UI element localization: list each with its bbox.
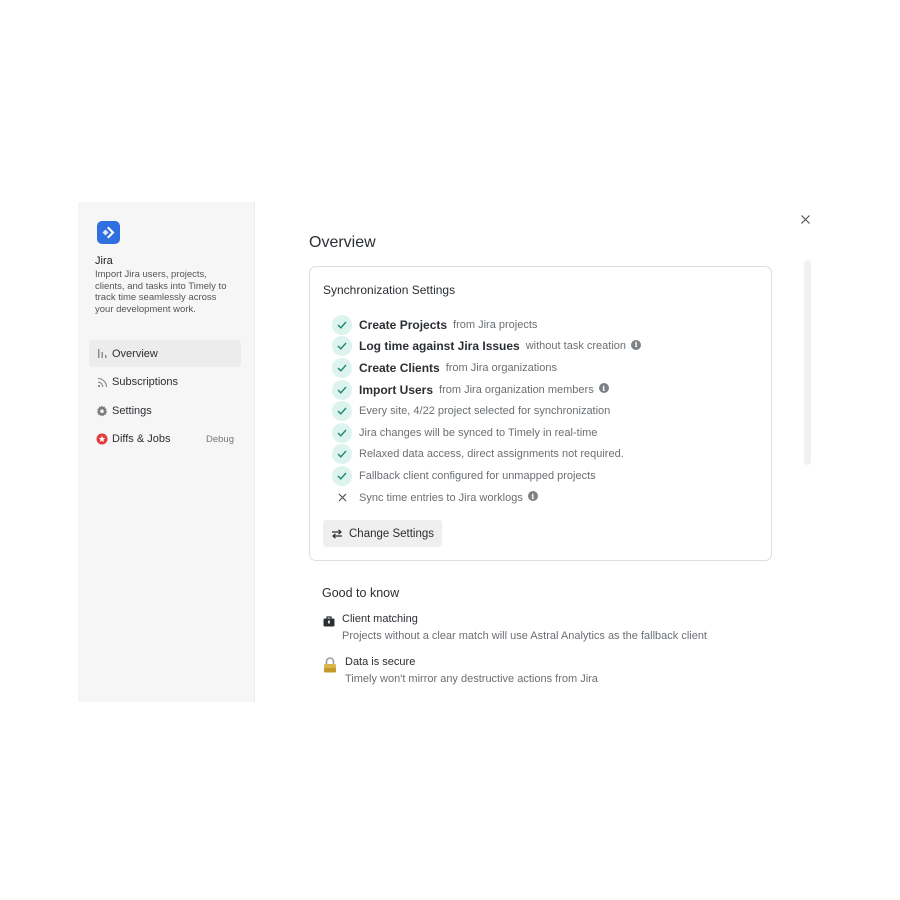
- sidebar-item-label: Overview: [112, 347, 158, 360]
- lock-icon: [322, 657, 338, 673]
- info-body: Timely won't mirror any destructive acti…: [345, 673, 598, 685]
- sidebar-nav: Overview Subscriptions Settings Diffs & …: [89, 340, 241, 454]
- bar-chart-icon: [96, 348, 108, 360]
- sidebar-item-diffs-jobs[interactable]: Diffs & Jobs Debug: [89, 426, 241, 453]
- feature-text: without task creation: [525, 340, 627, 353]
- feature-title: Create Clients: [359, 360, 440, 375]
- info-body: Projects without a clear match will use …: [342, 630, 707, 642]
- list-item: Jira changes will be synced to Timely in…: [332, 422, 641, 444]
- close-icon: [800, 214, 810, 224]
- info-icon[interactable]: i: [631, 339, 642, 350]
- change-settings-label: Change Settings: [349, 527, 435, 540]
- feature-text: from Jira organization members: [439, 383, 594, 396]
- list-item: Create Clients from Jira organizations: [332, 357, 641, 379]
- swap-icon: [331, 528, 343, 539]
- list-item: Import Users from Jira organization memb…: [332, 379, 641, 401]
- list-item: Log time against Jira Issues without tas…: [332, 336, 642, 358]
- info-icon[interactable]: i: [527, 491, 538, 502]
- feature-text: from Jira organizations: [445, 361, 557, 374]
- scrollbar[interactable]: [804, 260, 811, 465]
- close-button[interactable]: [798, 212, 812, 226]
- info-icon[interactable]: i: [598, 383, 609, 394]
- info-heading: Client matching: [342, 613, 418, 625]
- feature-text: Jira changes will be synced to Timely in…: [359, 426, 598, 439]
- sidebar-item-label: Diffs & Jobs: [112, 433, 171, 445]
- feature-text: Relaxed data access, direct assignments …: [359, 448, 624, 461]
- check-icon: [332, 314, 352, 335]
- check-icon: [332, 401, 352, 422]
- check-icon: [332, 422, 352, 443]
- x-icon: [332, 488, 352, 508]
- list-item: Create Projects from Jira projects: [332, 314, 641, 336]
- card-title: Synchronization Settings: [323, 283, 456, 297]
- debug-badge: Debug: [206, 433, 234, 445]
- feature-list: Create Projects from Jira projects Log t…: [332, 314, 642, 509]
- check-icon: [332, 357, 352, 378]
- list-item: Sync time entries to Jira worklogs i: [332, 487, 641, 509]
- briefcase-icon: [322, 614, 336, 628]
- sidebar-item-label: Settings: [112, 404, 152, 417]
- app-description: Import Jira users, projects, clients, an…: [95, 269, 227, 316]
- list-item: Relaxed data access, direct assignments …: [332, 444, 641, 466]
- info-heading: Data is secure: [345, 656, 416, 668]
- sidebar: Jira Import Jira users, projects, client…: [78, 202, 255, 702]
- feature-text: from Jira projects: [453, 318, 538, 331]
- gear-icon: [96, 405, 108, 417]
- feature-title: Log time against Jira Issues: [359, 339, 520, 354]
- change-settings-button[interactable]: Change Settings: [323, 520, 443, 547]
- sidebar-item-label: Subscriptions: [112, 376, 179, 388]
- rss-icon: [96, 376, 108, 388]
- check-icon: [332, 444, 352, 465]
- feature-title: Create Projects: [359, 317, 448, 332]
- feature-text: Every site, 4/22 project selected for sy…: [359, 405, 611, 418]
- app-name: Jira: [95, 255, 113, 267]
- list-item: Every site, 4/22 project selected for sy…: [332, 400, 641, 422]
- feature-text: Sync time entries to Jira worklogs: [359, 491, 523, 504]
- check-icon: [332, 379, 352, 400]
- check-icon: [332, 465, 352, 486]
- error-circle-icon: [96, 433, 108, 445]
- sync-settings-card: Synchronization Settings Create Projects…: [309, 266, 772, 561]
- list-item: Fallback client configured for unmapped …: [332, 465, 641, 487]
- good-to-know-title: Good to know: [322, 586, 400, 600]
- integration-modal: Jira Import Jira users, projects, client…: [78, 202, 820, 702]
- sidebar-item-overview[interactable]: Overview: [89, 340, 241, 367]
- jira-logo-icon: [97, 221, 120, 244]
- check-icon: [332, 336, 352, 357]
- page-title: Overview: [309, 234, 376, 251]
- feature-title: Import Users: [359, 382, 434, 397]
- feature-text: Fallback client configured for unmapped …: [359, 469, 596, 482]
- sidebar-item-settings[interactable]: Settings: [89, 397, 241, 424]
- sidebar-item-subscriptions[interactable]: Subscriptions: [89, 369, 241, 396]
